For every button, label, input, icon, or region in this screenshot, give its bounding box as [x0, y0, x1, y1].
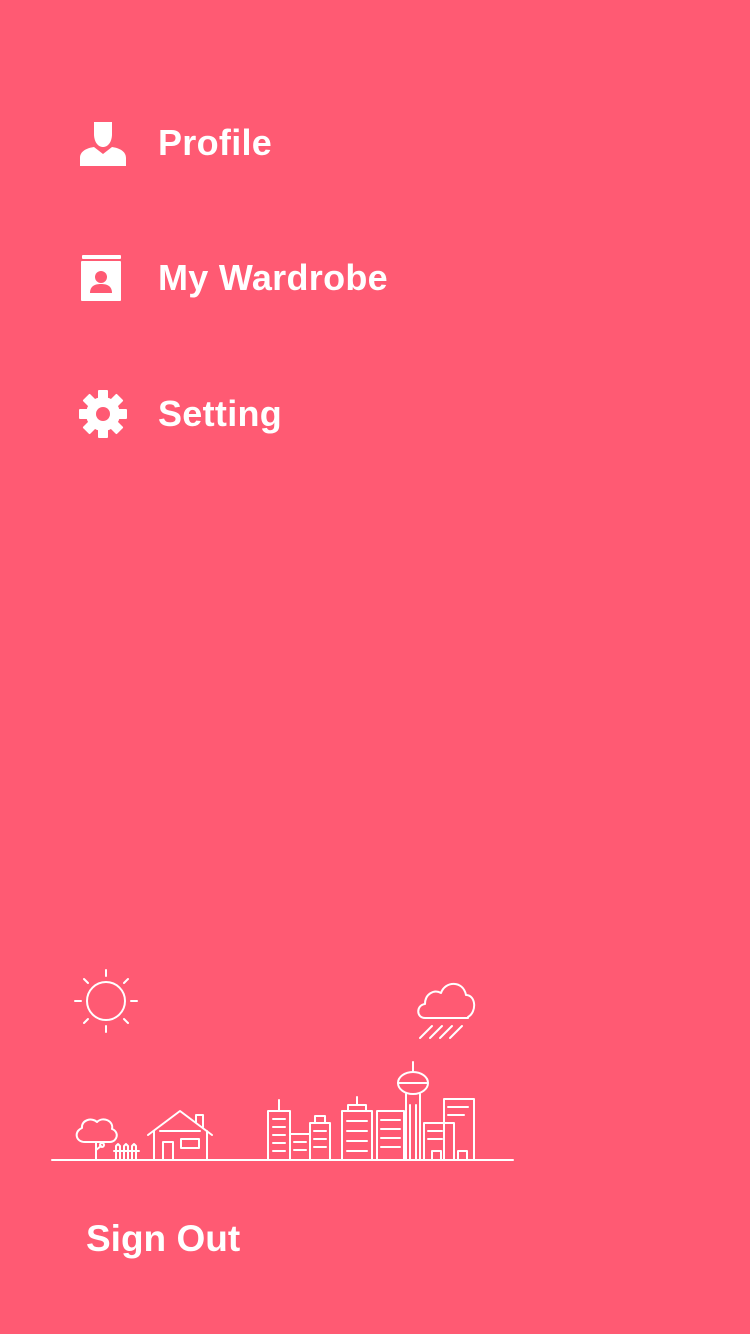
menu-item-setting[interactable]: Setting	[78, 384, 282, 444]
house-icon	[147, 1110, 213, 1161]
menu-item-my-wardrobe[interactable]: My Wardrobe	[78, 248, 388, 308]
sun-icon	[74, 969, 138, 1033]
menu-item-label: Profile	[158, 122, 273, 163]
contact-book-icon	[78, 253, 128, 303]
weather-city-illustration	[50, 965, 516, 1165]
sign-out-button[interactable]: Sign Out	[86, 1218, 240, 1260]
menu-item-label: My Wardrobe	[158, 257, 388, 298]
gear-icon	[78, 389, 128, 439]
menu-item-profile[interactable]: Profile	[78, 113, 272, 173]
person-icon	[78, 118, 128, 168]
rain-cloud-icon	[417, 982, 476, 1039]
city-skyline-icon	[267, 1061, 475, 1161]
tree-icon	[75, 1118, 140, 1161]
menu-item-label: Setting	[158, 393, 283, 434]
